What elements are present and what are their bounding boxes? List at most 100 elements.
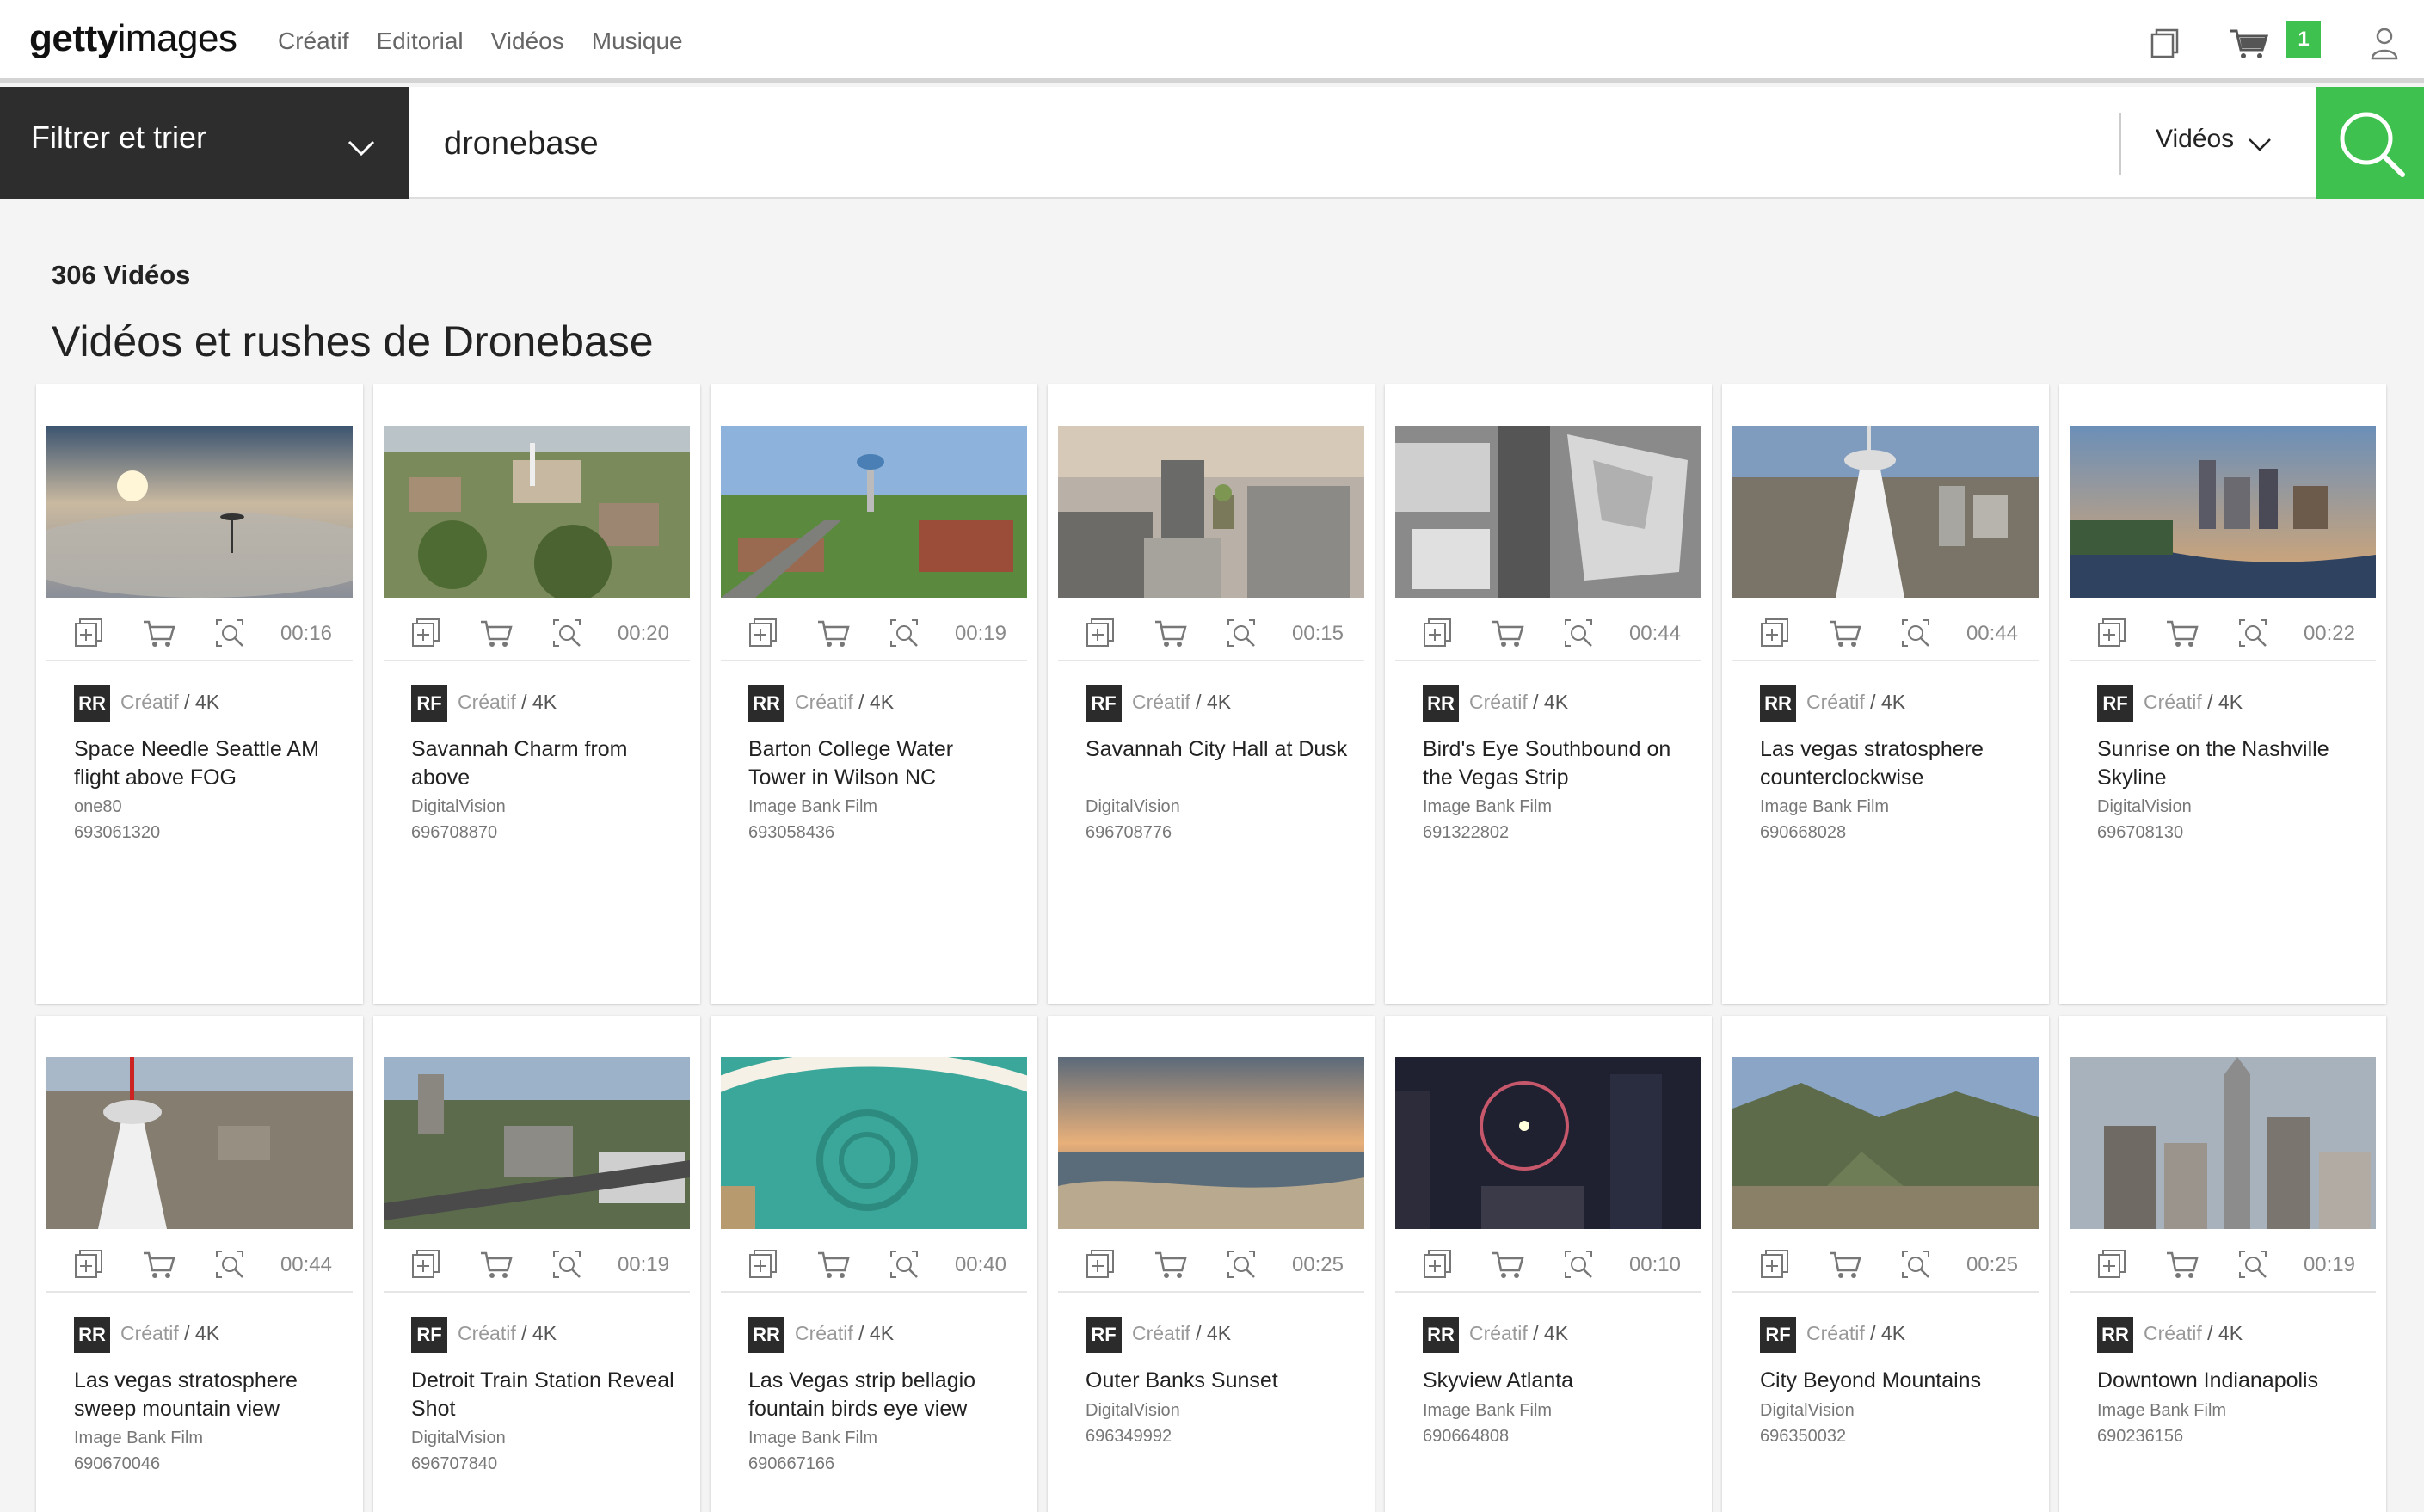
similar-search-icon[interactable] (1225, 617, 1258, 649)
add-to-cart-icon[interactable] (817, 617, 850, 649)
video-title[interactable]: Skyview Atlanta (1423, 1367, 1689, 1395)
add-to-cart-icon[interactable] (817, 1248, 850, 1281)
video-card[interactable]: 00:44 RR Créatif / 4K Las vegas stratospher… (1722, 384, 2049, 1004)
video-card[interactable]: 00:16 RR Créatif / 4K Space Needle Seattle … (36, 384, 363, 1004)
video-title[interactable]: Sunrise on the Nashville Skyline (2097, 735, 2364, 792)
add-to-board-icon[interactable] (409, 1248, 442, 1281)
video-card[interactable]: 00:10 RR Créatif / 4K Skyview Atlanta Image … (1385, 1016, 1712, 1512)
add-to-cart-icon[interactable] (480, 617, 513, 649)
video-thumbnail[interactable] (46, 426, 353, 598)
category-quality: Créatif / 4K (120, 691, 219, 714)
video-thumbnail[interactable] (384, 1057, 690, 1229)
video-card[interactable]: 00:22 RF Créatif / 4K Sunrise on the Nashvi… (2059, 384, 2386, 1004)
similar-search-icon[interactable] (1899, 1248, 1932, 1281)
similar-search-icon[interactable] (2236, 617, 2269, 649)
video-thumbnail[interactable] (1058, 1057, 1364, 1229)
add-to-board-icon[interactable] (1084, 617, 1117, 649)
search-input[interactable] (444, 118, 2078, 169)
video-card[interactable]: 00:19 RR Créatif / 4K Downtown Indianapolis… (2059, 1016, 2386, 1512)
search-button[interactable] (2316, 87, 2424, 199)
getty-images-logo[interactable]: gettyimages (29, 17, 237, 60)
add-to-board-icon[interactable] (747, 617, 779, 649)
chevron-down-icon[interactable] (2245, 130, 2274, 159)
similar-search-icon[interactable] (1562, 617, 1595, 649)
video-title[interactable]: Downtown Indianapolis (2097, 1367, 2364, 1395)
video-card[interactable]: 00:44 RR Créatif / 4K Bird's Eye Southbound… (1385, 384, 1712, 1004)
video-title[interactable]: Detroit Train Station Reveal Shot (411, 1367, 678, 1423)
video-thumbnail[interactable] (721, 1057, 1027, 1229)
similar-search-icon[interactable] (888, 617, 920, 649)
video-title[interactable]: Space Needle Seattle AM flight above FOG (74, 735, 341, 792)
video-card[interactable]: 00:19 RR Créatif / 4K Barton College Water … (711, 384, 1037, 1004)
add-to-board-icon[interactable] (1084, 1248, 1117, 1281)
video-title[interactable]: Las vegas stratosphere counterclockwise (1760, 735, 2027, 792)
video-thumbnail[interactable] (1732, 426, 2039, 598)
filter-sort-button[interactable]: Filtrer et trier (0, 87, 409, 199)
video-title[interactable]: City Beyond Mountains (1760, 1367, 2027, 1395)
add-to-board-icon[interactable] (72, 617, 105, 649)
nav-creatif[interactable]: Créatif (278, 28, 348, 55)
add-to-cart-icon[interactable] (1492, 1248, 1524, 1281)
video-title[interactable]: Las Vegas strip bellagio fountain birds … (748, 1367, 1015, 1423)
video-thumbnail[interactable] (2070, 426, 2376, 598)
video-title[interactable]: Outer Banks Sunset (1086, 1367, 1352, 1395)
account-icon[interactable] (2366, 24, 2403, 62)
video-card[interactable]: 00:44 RR Créatif / 4K Las vegas stratospher… (36, 1016, 363, 1512)
video-card[interactable]: 00:25 RF Créatif / 4K City Beyond Mountains… (1722, 1016, 2049, 1512)
add-to-board-icon[interactable] (1758, 1248, 1791, 1281)
video-card[interactable]: 00:15 RF Créatif / 4K Savannah City Hall at… (1048, 384, 1375, 1004)
nav-editorial[interactable]: Editorial (376, 28, 463, 55)
similar-search-icon[interactable] (1225, 1248, 1258, 1281)
video-thumbnail[interactable] (46, 1057, 353, 1229)
add-to-board-icon[interactable] (72, 1248, 105, 1281)
similar-search-icon[interactable] (888, 1248, 920, 1281)
video-title[interactable]: Las vegas stratosphere sweep mountain vi… (74, 1367, 341, 1423)
video-thumbnail[interactable] (384, 426, 690, 598)
add-to-board-icon[interactable] (2095, 1248, 2128, 1281)
similar-search-icon[interactable] (1562, 1248, 1595, 1281)
video-thumbnail[interactable] (1395, 1057, 1701, 1229)
similar-search-icon[interactable] (1899, 617, 1932, 649)
add-to-cart-icon[interactable] (1829, 1248, 1861, 1281)
add-to-cart-icon[interactable] (1492, 617, 1524, 649)
video-thumbnail[interactable] (1058, 426, 1364, 598)
video-thumbnail[interactable] (721, 426, 1027, 598)
video-title[interactable]: Savannah City Hall at Dusk (1086, 735, 1352, 764)
media-type-select[interactable]: Vidéos (2156, 125, 2234, 154)
add-to-cart-icon[interactable] (143, 617, 175, 649)
add-to-cart-icon[interactable] (2166, 617, 2199, 649)
similar-search-icon[interactable] (213, 1248, 246, 1281)
boards-icon[interactable] (2145, 24, 2183, 62)
video-title[interactable]: Barton College Water Tower in Wilson NC (748, 735, 1015, 792)
add-to-cart-icon[interactable] (143, 1248, 175, 1281)
video-thumbnail[interactable] (1395, 426, 1701, 598)
add-to-board-icon[interactable] (409, 617, 442, 649)
nav-videos[interactable]: Vidéos (491, 28, 564, 55)
add-to-cart-icon[interactable] (2166, 1248, 2199, 1281)
add-to-board-icon[interactable] (1421, 1248, 1454, 1281)
video-card[interactable]: 00:40 RR Créatif / 4K Las Vegas strip bella… (711, 1016, 1037, 1512)
add-to-cart-icon[interactable] (480, 1248, 513, 1281)
video-thumbnail[interactable] (1732, 1057, 2039, 1229)
add-to-board-icon[interactable] (1758, 617, 1791, 649)
similar-search-icon[interactable] (2236, 1248, 2269, 1281)
video-card[interactable]: 00:19 RF Créatif / 4K Detroit Train Station… (373, 1016, 700, 1512)
license-badge: RR (2097, 1317, 2133, 1353)
similar-search-icon[interactable] (551, 617, 583, 649)
add-to-board-icon[interactable] (2095, 617, 2128, 649)
video-card[interactable]: 00:25 RF Créatif / 4K Outer Banks Sunset Dig… (1048, 1016, 1375, 1512)
similar-search-icon[interactable] (213, 617, 246, 649)
cart-count-badge[interactable]: 1 (2286, 21, 2321, 58)
add-to-board-icon[interactable] (1421, 617, 1454, 649)
video-title[interactable]: Savannah Charm from above (411, 735, 678, 792)
add-to-cart-icon[interactable] (1154, 617, 1187, 649)
add-to-cart-icon[interactable] (1829, 617, 1861, 649)
similar-search-icon[interactable] (551, 1248, 583, 1281)
video-title[interactable]: Bird's Eye Southbound on the Vegas Strip (1423, 735, 1689, 792)
nav-musique[interactable]: Musique (592, 28, 683, 55)
add-to-board-icon[interactable] (747, 1248, 779, 1281)
add-to-cart-icon[interactable] (1154, 1248, 1187, 1281)
video-card[interactable]: 00:20 RF Créatif / 4K Savannah Charm from a… (373, 384, 700, 1004)
cart-icon[interactable] (2228, 24, 2271, 62)
video-thumbnail[interactable] (2070, 1057, 2376, 1229)
